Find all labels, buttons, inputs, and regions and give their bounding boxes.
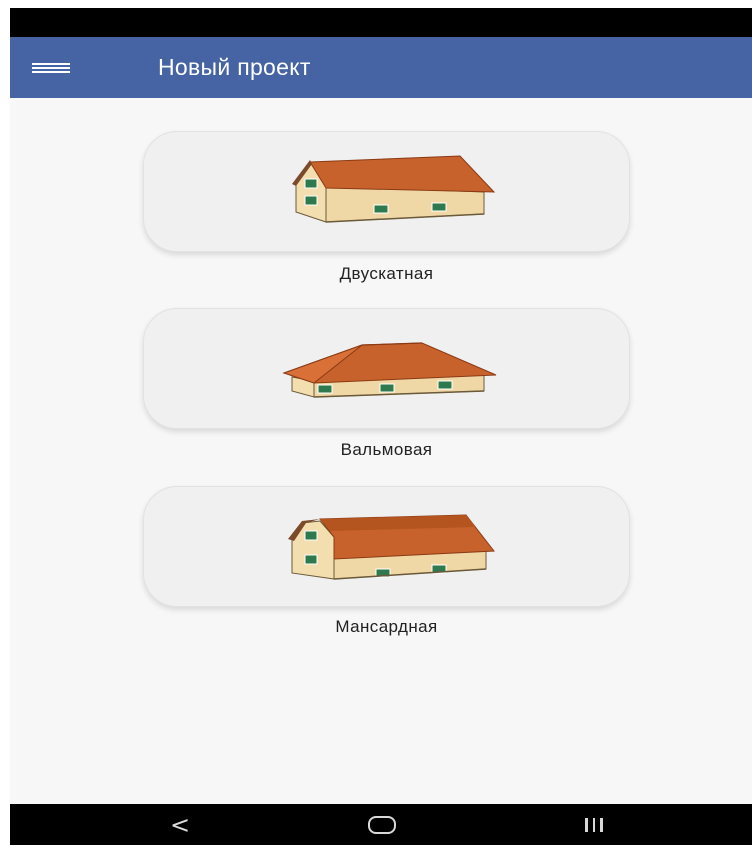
hip-roof-house-icon [281, 341, 496, 398]
roof-type-card-hip[interactable] [143, 308, 630, 429]
phone-screen: Новый проект Двускатная Вальмовая Мансар… [10, 8, 752, 845]
status-bar [10, 8, 752, 37]
roof-type-card-mansard[interactable] [143, 486, 630, 607]
recent-apps-icon[interactable] [564, 804, 624, 845]
roof-type-label-gable: Двускатная [339, 264, 434, 283]
home-pill-icon[interactable] [352, 804, 412, 845]
roof-type-card-gable[interactable] [143, 131, 630, 252]
hamburger-menu-icon[interactable] [32, 37, 92, 98]
gable-roof-house-icon [291, 154, 495, 223]
roof-type-label-hip: Вальмовая [340, 440, 433, 459]
page-title: Новый проект [158, 54, 311, 80]
system-nav-bar: < [10, 804, 752, 845]
mansard-roof-house-icon [287, 513, 495, 580]
app-bar: Новый проект [10, 37, 752, 98]
back-chevron-icon[interactable]: < [150, 804, 210, 845]
roof-type-label-mansard: Мансардная [335, 617, 438, 636]
roof-type-list: Двускатная Вальмовая Мансардная [10, 98, 752, 804]
